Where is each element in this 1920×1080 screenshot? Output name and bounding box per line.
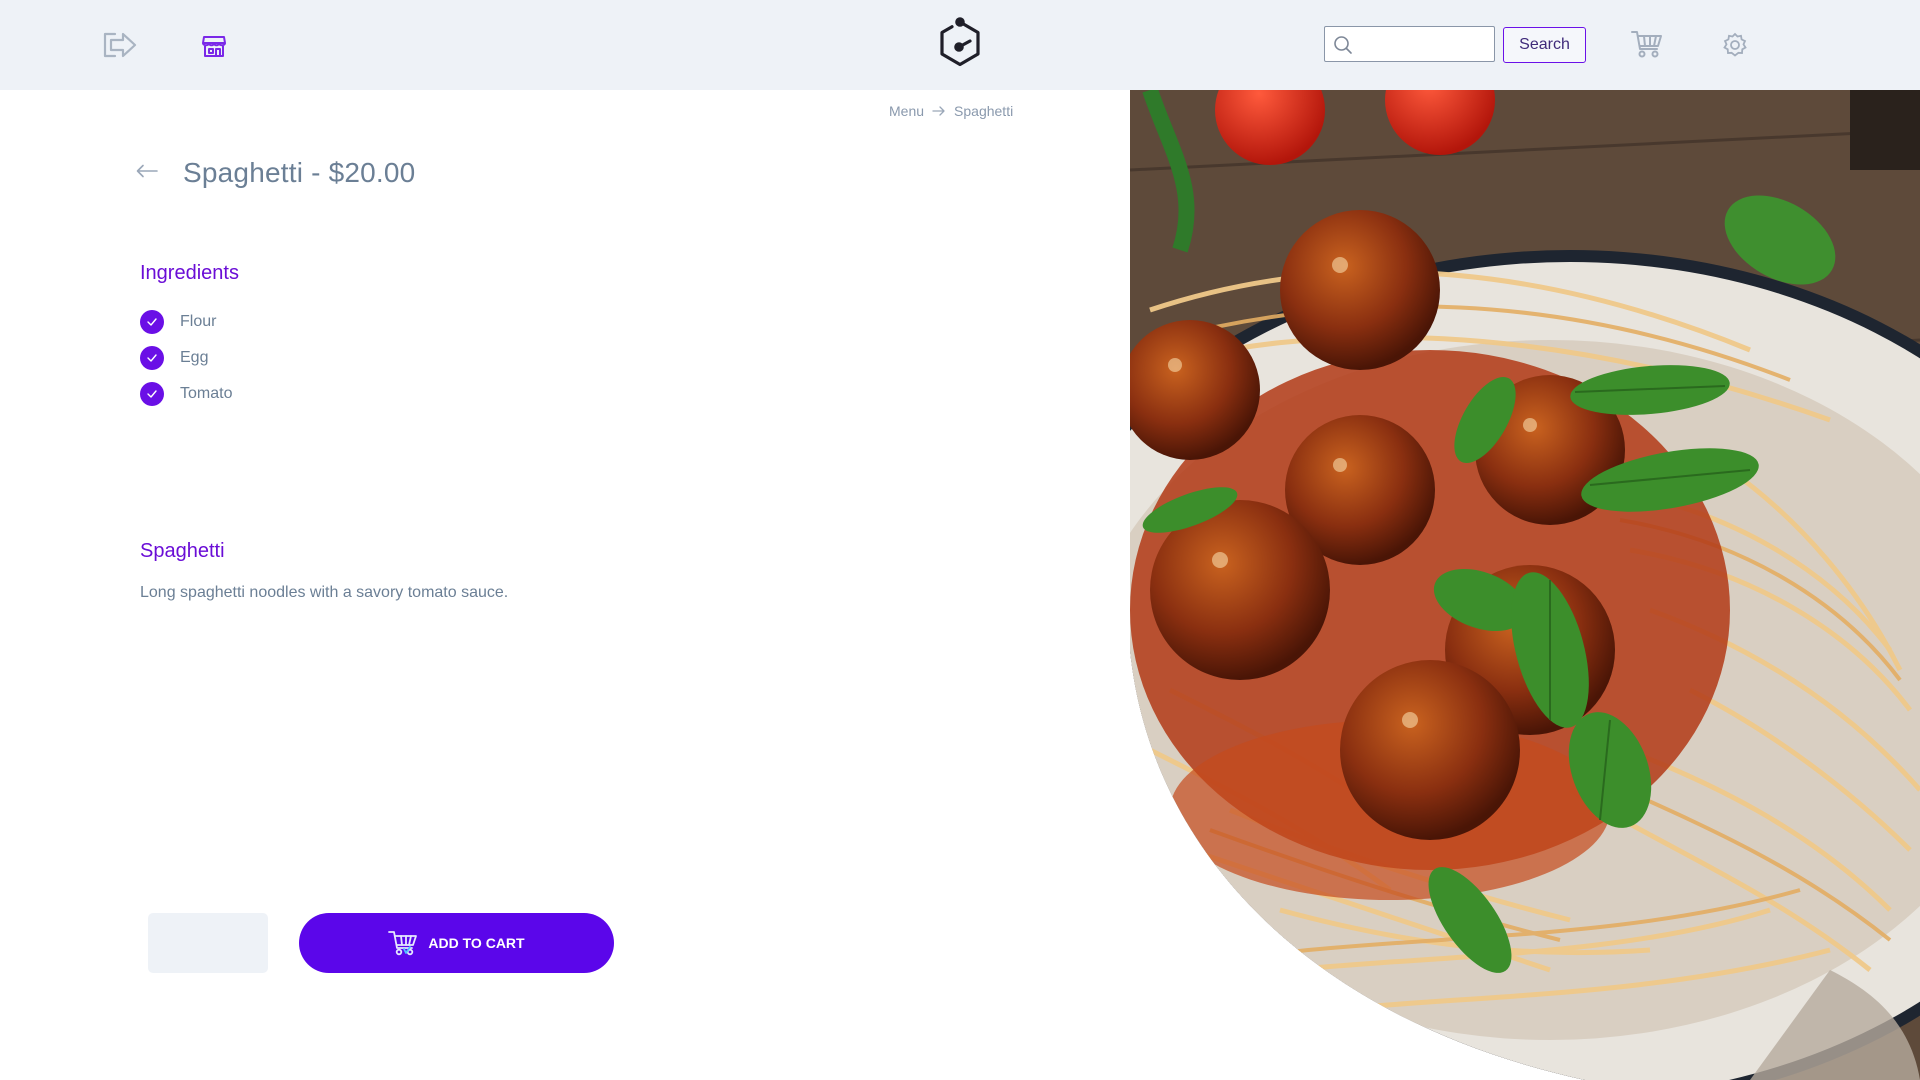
- cart-icon: [388, 931, 418, 956]
- ingredient-label: Flour: [180, 313, 217, 330]
- breadcrumb-item-current: Spaghetti: [954, 103, 1014, 119]
- search-box[interactable]: [1324, 26, 1495, 62]
- arrow-right-icon: [932, 106, 945, 116]
- list-item: Egg: [140, 340, 232, 376]
- logout-button[interactable]: [100, 26, 142, 64]
- list-item: Tomato: [140, 376, 232, 412]
- check-icon: [140, 346, 164, 370]
- ingredients-list: Flour Egg Tomato: [140, 304, 232, 412]
- check-icon: [140, 310, 164, 334]
- logout-icon: [103, 32, 137, 58]
- back-button[interactable]: [136, 164, 158, 183]
- check-icon: [140, 382, 164, 406]
- product-image: [1130, 90, 1920, 1080]
- top-bar: Search: [0, 0, 1920, 90]
- page-title: Spaghetti - $20.00: [183, 157, 416, 188]
- gear-icon: [1723, 32, 1747, 57]
- product-description: Long spaghetti noodles with a savory tom…: [140, 584, 509, 601]
- quantity-input[interactable]: [148, 913, 268, 973]
- ingredient-label: Egg: [180, 349, 209, 366]
- product-name-heading: Spaghetti: [140, 540, 225, 562]
- ingredients-heading: Ingredients: [140, 262, 239, 284]
- search-input[interactable]: [1359, 31, 1491, 59]
- cart-button[interactable]: [1630, 27, 1664, 61]
- list-item: Flour: [140, 304, 232, 340]
- search-icon: [1334, 36, 1352, 54]
- arrow-left-icon: [136, 164, 158, 178]
- ingredient-label: Tomato: [180, 385, 233, 402]
- store-button[interactable]: [198, 31, 230, 61]
- search-button[interactable]: Search: [1503, 27, 1586, 63]
- cart-icon: [1631, 31, 1662, 58]
- add-to-cart-label: ADD TO CART: [428, 935, 525, 951]
- breadcrumb-item-menu[interactable]: Menu: [889, 103, 924, 119]
- store-icon: [202, 36, 226, 57]
- add-to-cart-button[interactable]: ADD TO CART: [299, 913, 614, 973]
- settings-button[interactable]: [1720, 30, 1750, 60]
- app-logo[interactable]: [930, 14, 990, 76]
- hexagon-logo-icon: [940, 17, 980, 67]
- breadcrumb: Menu Spaghetti: [889, 103, 1013, 119]
